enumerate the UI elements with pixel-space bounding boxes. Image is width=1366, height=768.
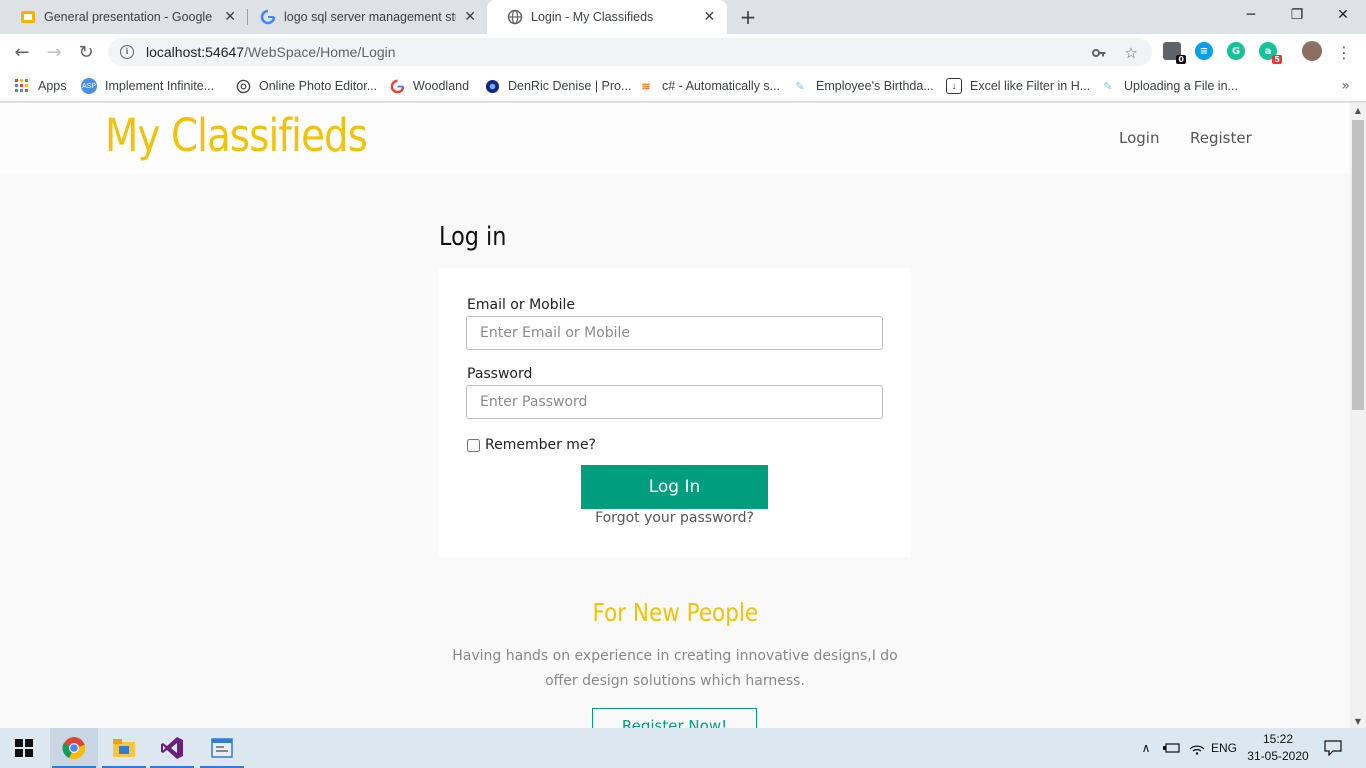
forward-icon[interactable]: → xyxy=(40,38,68,66)
extension-badge: 5 xyxy=(1272,55,1282,64)
login-heading: Log in xyxy=(439,222,507,252)
windows-start-icon[interactable] xyxy=(0,728,48,768)
extension-badge: 0 xyxy=(1176,55,1186,64)
url-text[interactable]: localhost:54647/WebSpace/Home/Login xyxy=(146,44,396,60)
tab-google-search[interactable]: logo sql server management studi ✕ xyxy=(240,0,488,34)
profile-avatar[interactable] xyxy=(1302,41,1322,61)
scroll-up-icon[interactable]: ▲ xyxy=(1350,103,1366,117)
register-now-button[interactable]: Register Now! xyxy=(592,708,757,728)
close-icon[interactable]: ✕ xyxy=(702,9,717,25)
globe-icon xyxy=(507,9,523,25)
email-label: Email or Mobile xyxy=(467,297,575,313)
remember-me[interactable]: Remember me? xyxy=(466,437,596,453)
restore-icon[interactable]: ❐ xyxy=(1274,0,1320,30)
close-icon[interactable]: ✕ xyxy=(222,9,238,25)
site-info-icon[interactable]: i xyxy=(120,45,134,59)
email-field[interactable] xyxy=(466,316,883,350)
bookmark-csharp[interactable]: ≋ c# - Automatically s... xyxy=(638,76,780,96)
bookmark-denric[interactable]: DenRic Denise | Pro... xyxy=(484,76,631,96)
bookmarks-bar: Apps ASP Implement Infinite... Online Ph… xyxy=(0,70,1366,102)
file-explorer-icon[interactable] xyxy=(100,728,148,768)
window-close-icon[interactable]: ✕ xyxy=(1320,0,1366,30)
key-icon[interactable] xyxy=(1090,44,1108,62)
wifi-icon[interactable] xyxy=(1186,728,1208,768)
bookmark-woodland[interactable]: Woodland xyxy=(389,76,469,96)
back-icon[interactable]: ← xyxy=(8,38,36,66)
scroll-thumb[interactable] xyxy=(1352,120,1364,410)
clock[interactable]: 15:22 31-05-2020 xyxy=(1240,731,1316,765)
tab-strip: General presentation - Google Sli ✕ logo… xyxy=(0,0,1366,34)
page-scrollbar[interactable]: ▲ ▼ xyxy=(1350,103,1366,728)
download-icon: ↓ xyxy=(946,78,962,94)
bookmark-star-icon[interactable]: ☆ xyxy=(1122,44,1140,62)
app-window-icon[interactable] xyxy=(198,728,246,768)
reload-icon[interactable]: ↻ xyxy=(72,38,100,66)
eye-icon xyxy=(484,78,500,94)
clock-time: 15:22 xyxy=(1262,732,1294,746)
extension-a-icon[interactable]: a 5 xyxy=(1259,42,1282,64)
bookmark-excel-filter[interactable]: ↓ Excel like Filter in H... xyxy=(946,76,1090,96)
new-people-description: Having hands on experience in creating i… xyxy=(452,648,898,689)
google-icon xyxy=(389,78,405,94)
menu-kebab-icon[interactable]: ⋮ xyxy=(1330,38,1358,66)
minimize-icon[interactable]: ─ xyxy=(1228,0,1274,30)
blog-icon: ✎ xyxy=(1103,80,1113,93)
bookmark-uploading-file[interactable]: ✎ Uploading a File in... xyxy=(1100,76,1238,96)
notifications-icon[interactable] xyxy=(1320,728,1346,768)
login-card: Email or Mobile Password Remember me? Lo… xyxy=(438,268,911,557)
login-button[interactable]: Log In xyxy=(581,465,768,509)
tab-login-active[interactable]: Login - My Classifieds ✕ xyxy=(487,0,727,34)
tab-title: Login - My Classifieds xyxy=(531,10,654,24)
forgot-password-link[interactable]: Forgot your password? xyxy=(438,510,911,526)
address-bar[interactable]: i localhost:54647/WebSpace/Home/Login ☆ xyxy=(108,38,1152,66)
battery-icon[interactable] xyxy=(1160,728,1184,768)
grammarly-icon[interactable]: G xyxy=(1227,42,1245,60)
google-icon xyxy=(260,9,276,25)
slides-icon xyxy=(20,9,36,25)
password-field[interactable] xyxy=(466,385,883,419)
new-tab-icon[interactable]: + xyxy=(736,5,760,29)
nav-register-link[interactable]: Register xyxy=(1190,129,1252,147)
bookmark-implement-infinite[interactable]: ASP Implement Infinite... xyxy=(81,76,214,96)
tab-title: logo sql server management studi xyxy=(284,10,457,24)
stackoverflow-icon: ≋ xyxy=(641,80,651,93)
web-page: My Classifieds Login Register Log in Ema… xyxy=(0,103,1350,728)
remember-me-checkbox[interactable] xyxy=(467,438,480,452)
remember-me-label: Remember me? xyxy=(485,437,596,453)
windows-taskbar: ∧ ENG 15:22 31-05-2020 xyxy=(0,728,1366,768)
tray-chevron-icon[interactable]: ∧ xyxy=(1136,728,1156,768)
close-icon[interactable]: ✕ xyxy=(462,9,478,25)
new-people-heading: For New People xyxy=(592,598,758,627)
visual-studio-icon[interactable] xyxy=(148,728,196,768)
bookmark-apps[interactable]: Apps xyxy=(14,76,67,96)
asp-icon: ASP xyxy=(81,78,97,94)
blog-icon: ✎ xyxy=(795,80,805,93)
chrome-icon[interactable] xyxy=(50,728,98,768)
language-indicator[interactable]: ENG xyxy=(1209,728,1239,768)
aperture-icon xyxy=(235,78,251,94)
password-label: Password xyxy=(467,366,533,382)
extension-blue-icon[interactable]: ≡ xyxy=(1195,42,1213,60)
bookmarks-overflow-icon[interactable]: » xyxy=(1341,78,1350,94)
clock-date: 31-05-2020 xyxy=(1247,749,1309,763)
tab-google-slides[interactable]: General presentation - Google Sli ✕ xyxy=(0,0,248,34)
browser-toolbar: ← → ↻ i localhost:54647/WebSpace/Home/Lo… xyxy=(0,34,1366,70)
extension-icon[interactable]: 0 xyxy=(1163,42,1186,64)
scroll-down-icon[interactable]: ▼ xyxy=(1350,714,1366,728)
apps-grid-icon xyxy=(14,78,30,94)
bookmark-employee-birthday[interactable]: ✎ Employee's Birthda... xyxy=(792,76,933,96)
nav-login-link[interactable]: Login xyxy=(1119,129,1159,147)
site-header: My Classifieds Login Register xyxy=(0,103,1350,173)
bookmark-photo-editor[interactable]: Online Photo Editor... xyxy=(235,76,377,96)
tab-title: General presentation - Google Sli xyxy=(44,10,217,24)
site-brand[interactable]: My Classifieds xyxy=(105,109,368,162)
